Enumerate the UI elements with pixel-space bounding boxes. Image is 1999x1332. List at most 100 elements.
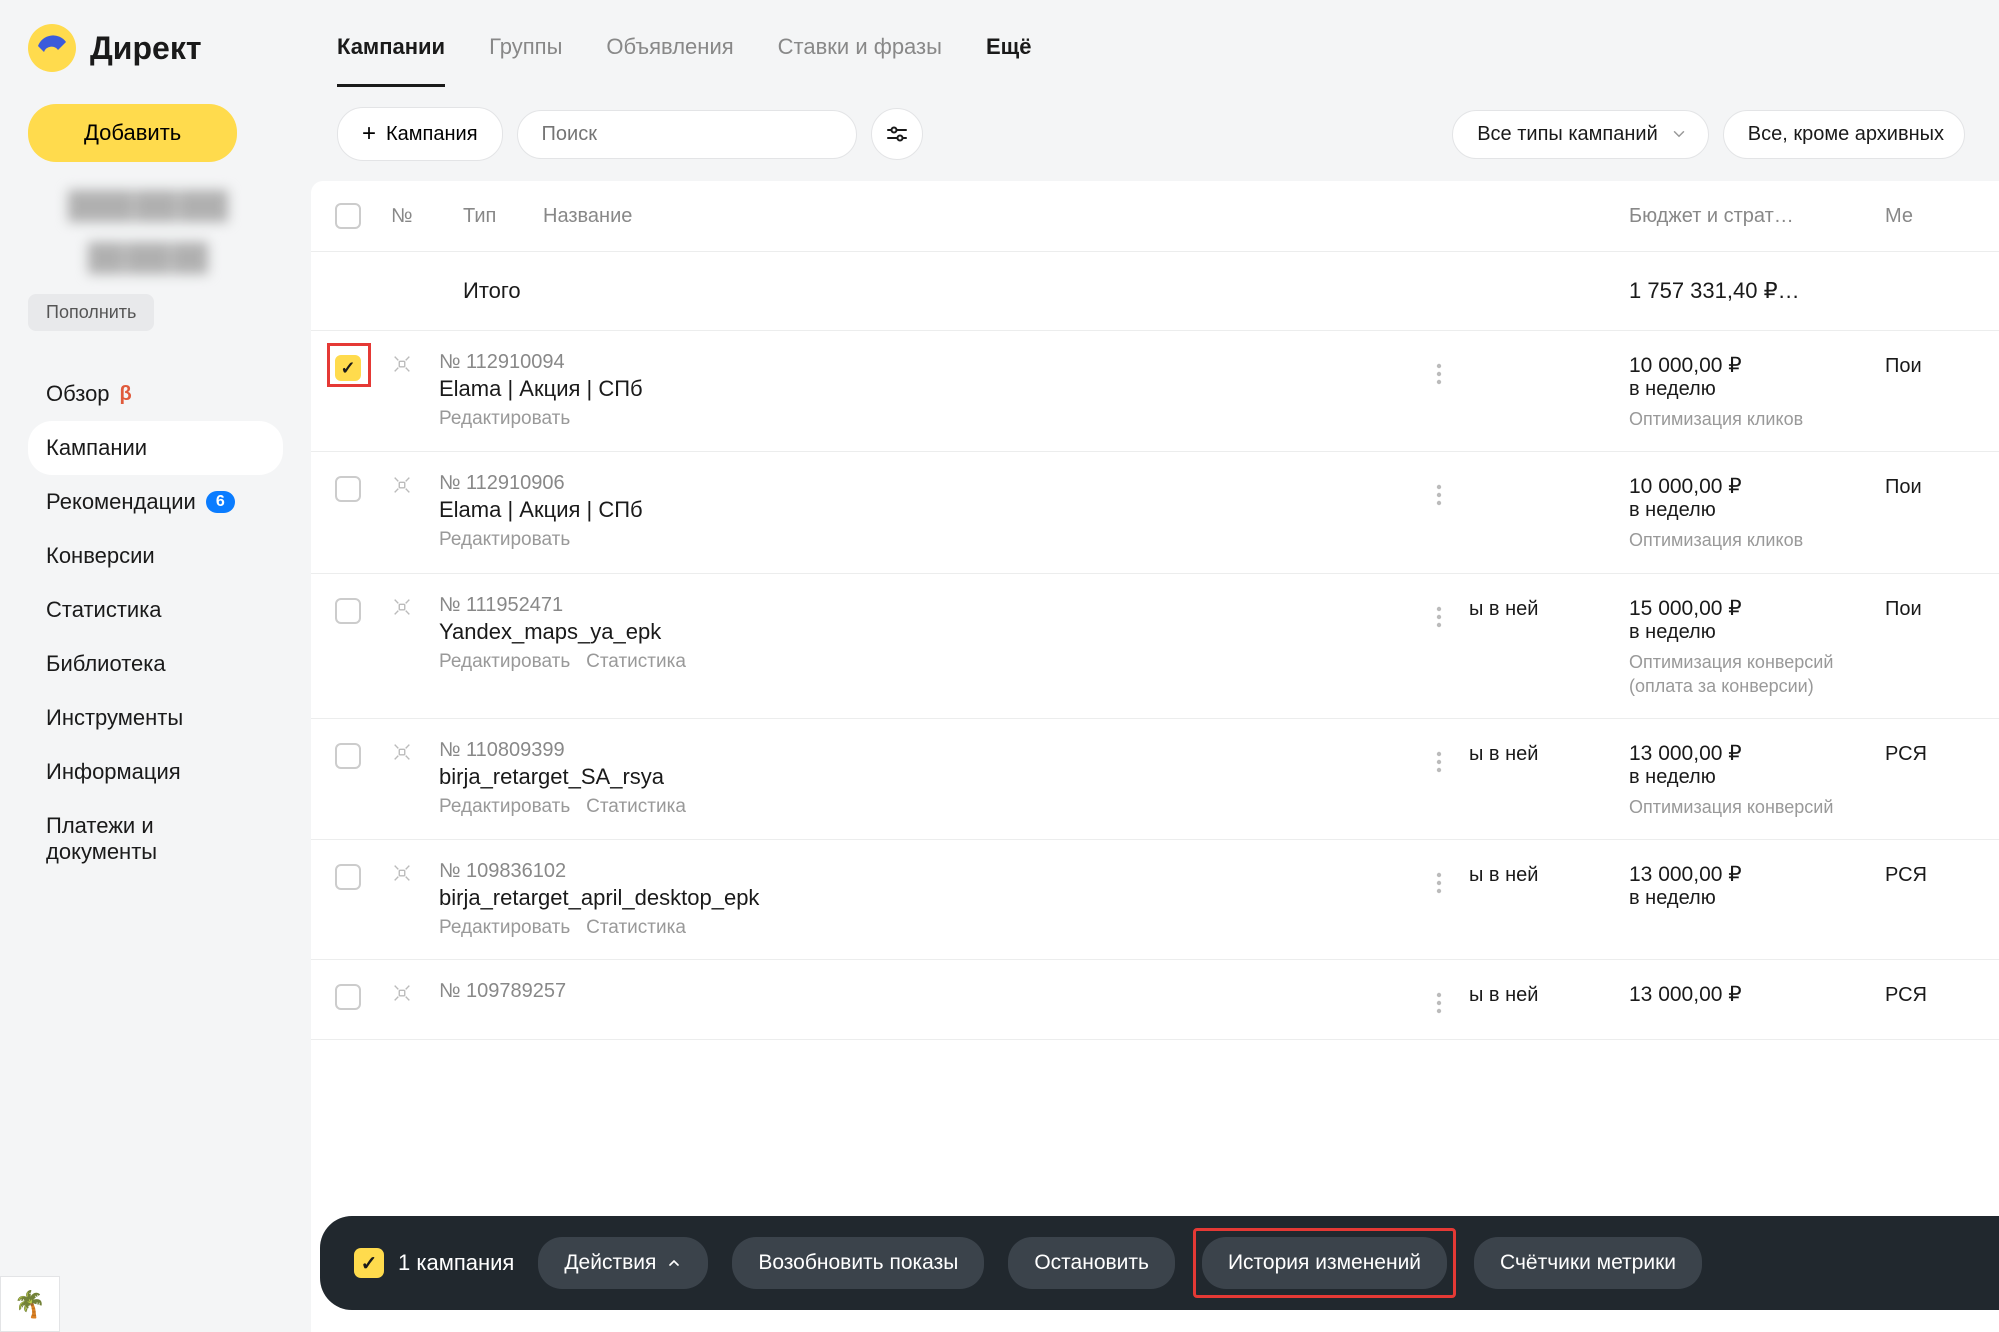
more-icon[interactable]	[1436, 751, 1442, 773]
actions-button[interactable]: Действия	[538, 1237, 708, 1289]
budget-amount: 10 000,00 ₽	[1629, 353, 1885, 378]
table-row: № 112910906 Elama | Акция | СПб Редактир…	[311, 452, 1999, 573]
nav-campaigns[interactable]: Кампании	[28, 421, 283, 475]
more-icon[interactable]	[1436, 992, 1442, 1014]
table-row: № 109789257 ы в ней 13 000,00 ₽ РСЯ	[311, 960, 1999, 1040]
col-place[interactable]: Ме	[1885, 205, 1975, 228]
budget-period: в неделю	[1629, 621, 1885, 644]
row-extra	[1469, 472, 1629, 476]
logo[interactable]: Директ	[28, 24, 283, 72]
budget-period: в неделю	[1629, 766, 1885, 789]
budget-cell: 13 000,00 ₽	[1629, 980, 1885, 1007]
nav-recommendations[interactable]: Рекомендации 6	[28, 475, 283, 529]
filter-icon-button[interactable]	[871, 108, 923, 160]
budget-period: в неделю	[1629, 887, 1885, 910]
row-checkbox[interactable]	[335, 984, 361, 1010]
tab-bids[interactable]: Ставки и фразы	[778, 34, 942, 87]
selection-count[interactable]: 1 кампания	[354, 1248, 514, 1278]
tab-ads[interactable]: Объявления	[606, 34, 733, 87]
tab-groups[interactable]: Группы	[489, 34, 562, 87]
row-checkbox[interactable]	[335, 598, 361, 624]
campaign-name[interactable]: Yandex_maps_ya_epk	[439, 619, 1409, 645]
campaign-name[interactable]: birja_retarget_april_desktop_epk	[439, 885, 1409, 911]
row-checkbox[interactable]	[335, 355, 361, 381]
tab-campaigns[interactable]: Кампании	[337, 34, 445, 87]
col-name[interactable]: Название	[543, 205, 1469, 228]
bottom-action-bar: 1 кампания Действия Возобновить показы О…	[320, 1216, 1999, 1310]
palm-icon: 🌴	[14, 1289, 46, 1320]
type-icon	[391, 860, 439, 890]
tab-more[interactable]: Ещё	[986, 34, 1031, 87]
topup-button[interactable]: Пополнить	[28, 294, 154, 331]
campaign-id: № 109836102	[439, 860, 1409, 883]
search-input[interactable]	[517, 110, 857, 159]
selection-checkbox[interactable]	[354, 1248, 384, 1278]
row-extra: ы в ней	[1469, 594, 1629, 621]
budget-amount: 13 000,00 ₽	[1629, 862, 1885, 887]
row-total: Итого 1 757 331,40 ₽…	[311, 252, 1999, 331]
row-checkbox[interactable]	[335, 476, 361, 502]
add-campaign-button[interactable]: + Кампания	[337, 107, 503, 161]
campaign-name[interactable]: Elama | Акция | СПб	[439, 376, 1409, 402]
budget-cell: 15 000,00 ₽ в неделю Оптимизация конверс…	[1629, 594, 1885, 699]
add-button[interactable]: Добавить	[28, 104, 237, 162]
campaign-id: № 109789257	[439, 980, 1409, 1003]
filter-type-dropdown[interactable]: Все типы кампаний	[1452, 110, 1709, 159]
tabs: Кампании Группы Объявления Ставки и фраз…	[337, 34, 1965, 87]
more-icon[interactable]	[1436, 872, 1442, 894]
nav-list: Обзор β Кампании Рекомендации 6 Конверси…	[28, 367, 283, 879]
more-icon[interactable]	[1436, 606, 1442, 628]
row-link[interactable]: Статистика	[586, 651, 686, 672]
corner-widget[interactable]: 🌴	[0, 1276, 60, 1332]
row-extra: ы в ней	[1469, 860, 1629, 887]
chevron-down-icon	[1670, 125, 1688, 143]
nav-payments[interactable]: Платежи и документы	[28, 799, 283, 879]
budget-strategy: Оптимизация кликов	[1629, 407, 1885, 431]
row-checkbox[interactable]	[335, 743, 361, 769]
history-highlight: История изменений	[1193, 1228, 1456, 1298]
more-icon[interactable]	[1436, 484, 1442, 506]
resume-button[interactable]: Возобновить показы	[732, 1237, 984, 1289]
row-link[interactable]: Редактировать	[439, 408, 570, 429]
row-link[interactable]: Редактировать	[439, 796, 570, 817]
main: Кампании Группы Объявления Ставки и фраз…	[303, 0, 1999, 1332]
budget-cell: 10 000,00 ₽ в неделю Оптимизация кликов	[1629, 351, 1885, 431]
col-num[interactable]: №	[391, 205, 463, 228]
place-cell: РСЯ	[1885, 980, 1975, 1007]
nav-conversions[interactable]: Конверсии	[28, 529, 283, 583]
row-extra: ы в ней	[1469, 739, 1629, 766]
metrics-button[interactable]: Счётчики метрики	[1474, 1237, 1702, 1289]
row-link[interactable]: Статистика	[586, 917, 686, 938]
row-link[interactable]: Редактировать	[439, 917, 570, 938]
campaign-name[interactable]: Elama | Акция | СПб	[439, 497, 1409, 523]
campaign-name[interactable]: birja_retarget_SA_rsya	[439, 764, 1409, 790]
budget-strategy: Оптимизация кликов	[1629, 528, 1885, 552]
row-checkbox[interactable]	[335, 864, 361, 890]
row-link[interactable]: Редактировать	[439, 651, 570, 672]
plus-icon: +	[362, 120, 376, 148]
campaign-links: Редактировать Статистика	[439, 917, 1409, 939]
place-cell: РСЯ	[1885, 739, 1975, 766]
table-row: № 109836102 birja_retarget_april_desktop…	[311, 840, 1999, 960]
budget-strategy: Оптимизация конверсий	[1629, 795, 1885, 819]
select-all-checkbox[interactable]	[335, 203, 361, 229]
sidebar: Директ Добавить Пополнить Обзор β Кампан…	[0, 0, 303, 1332]
col-budget[interactable]: Бюджет и страт…	[1629, 205, 1885, 228]
total-value: 1 757 331,40 ₽…	[1629, 278, 1885, 304]
col-type[interactable]: Тип	[463, 205, 543, 228]
stop-button[interactable]: Остановить	[1008, 1237, 1175, 1289]
more-icon[interactable]	[1436, 363, 1442, 385]
type-icon	[391, 739, 439, 769]
nav-info[interactable]: Информация	[28, 745, 283, 799]
campaign-links: Редактировать Статистика	[439, 796, 1409, 818]
history-button[interactable]: История изменений	[1202, 1237, 1447, 1289]
nav-library[interactable]: Библиотека	[28, 637, 283, 691]
nav-tools[interactable]: Инструменты	[28, 691, 283, 745]
nav-statistics[interactable]: Статистика	[28, 583, 283, 637]
nav-overview[interactable]: Обзор β	[28, 367, 283, 421]
row-link[interactable]: Редактировать	[439, 529, 570, 550]
filter-archive-dropdown[interactable]: Все, кроме архивных	[1723, 110, 1965, 159]
budget-period: в неделю	[1629, 378, 1885, 401]
type-icon	[391, 472, 439, 502]
row-link[interactable]: Статистика	[586, 796, 686, 817]
